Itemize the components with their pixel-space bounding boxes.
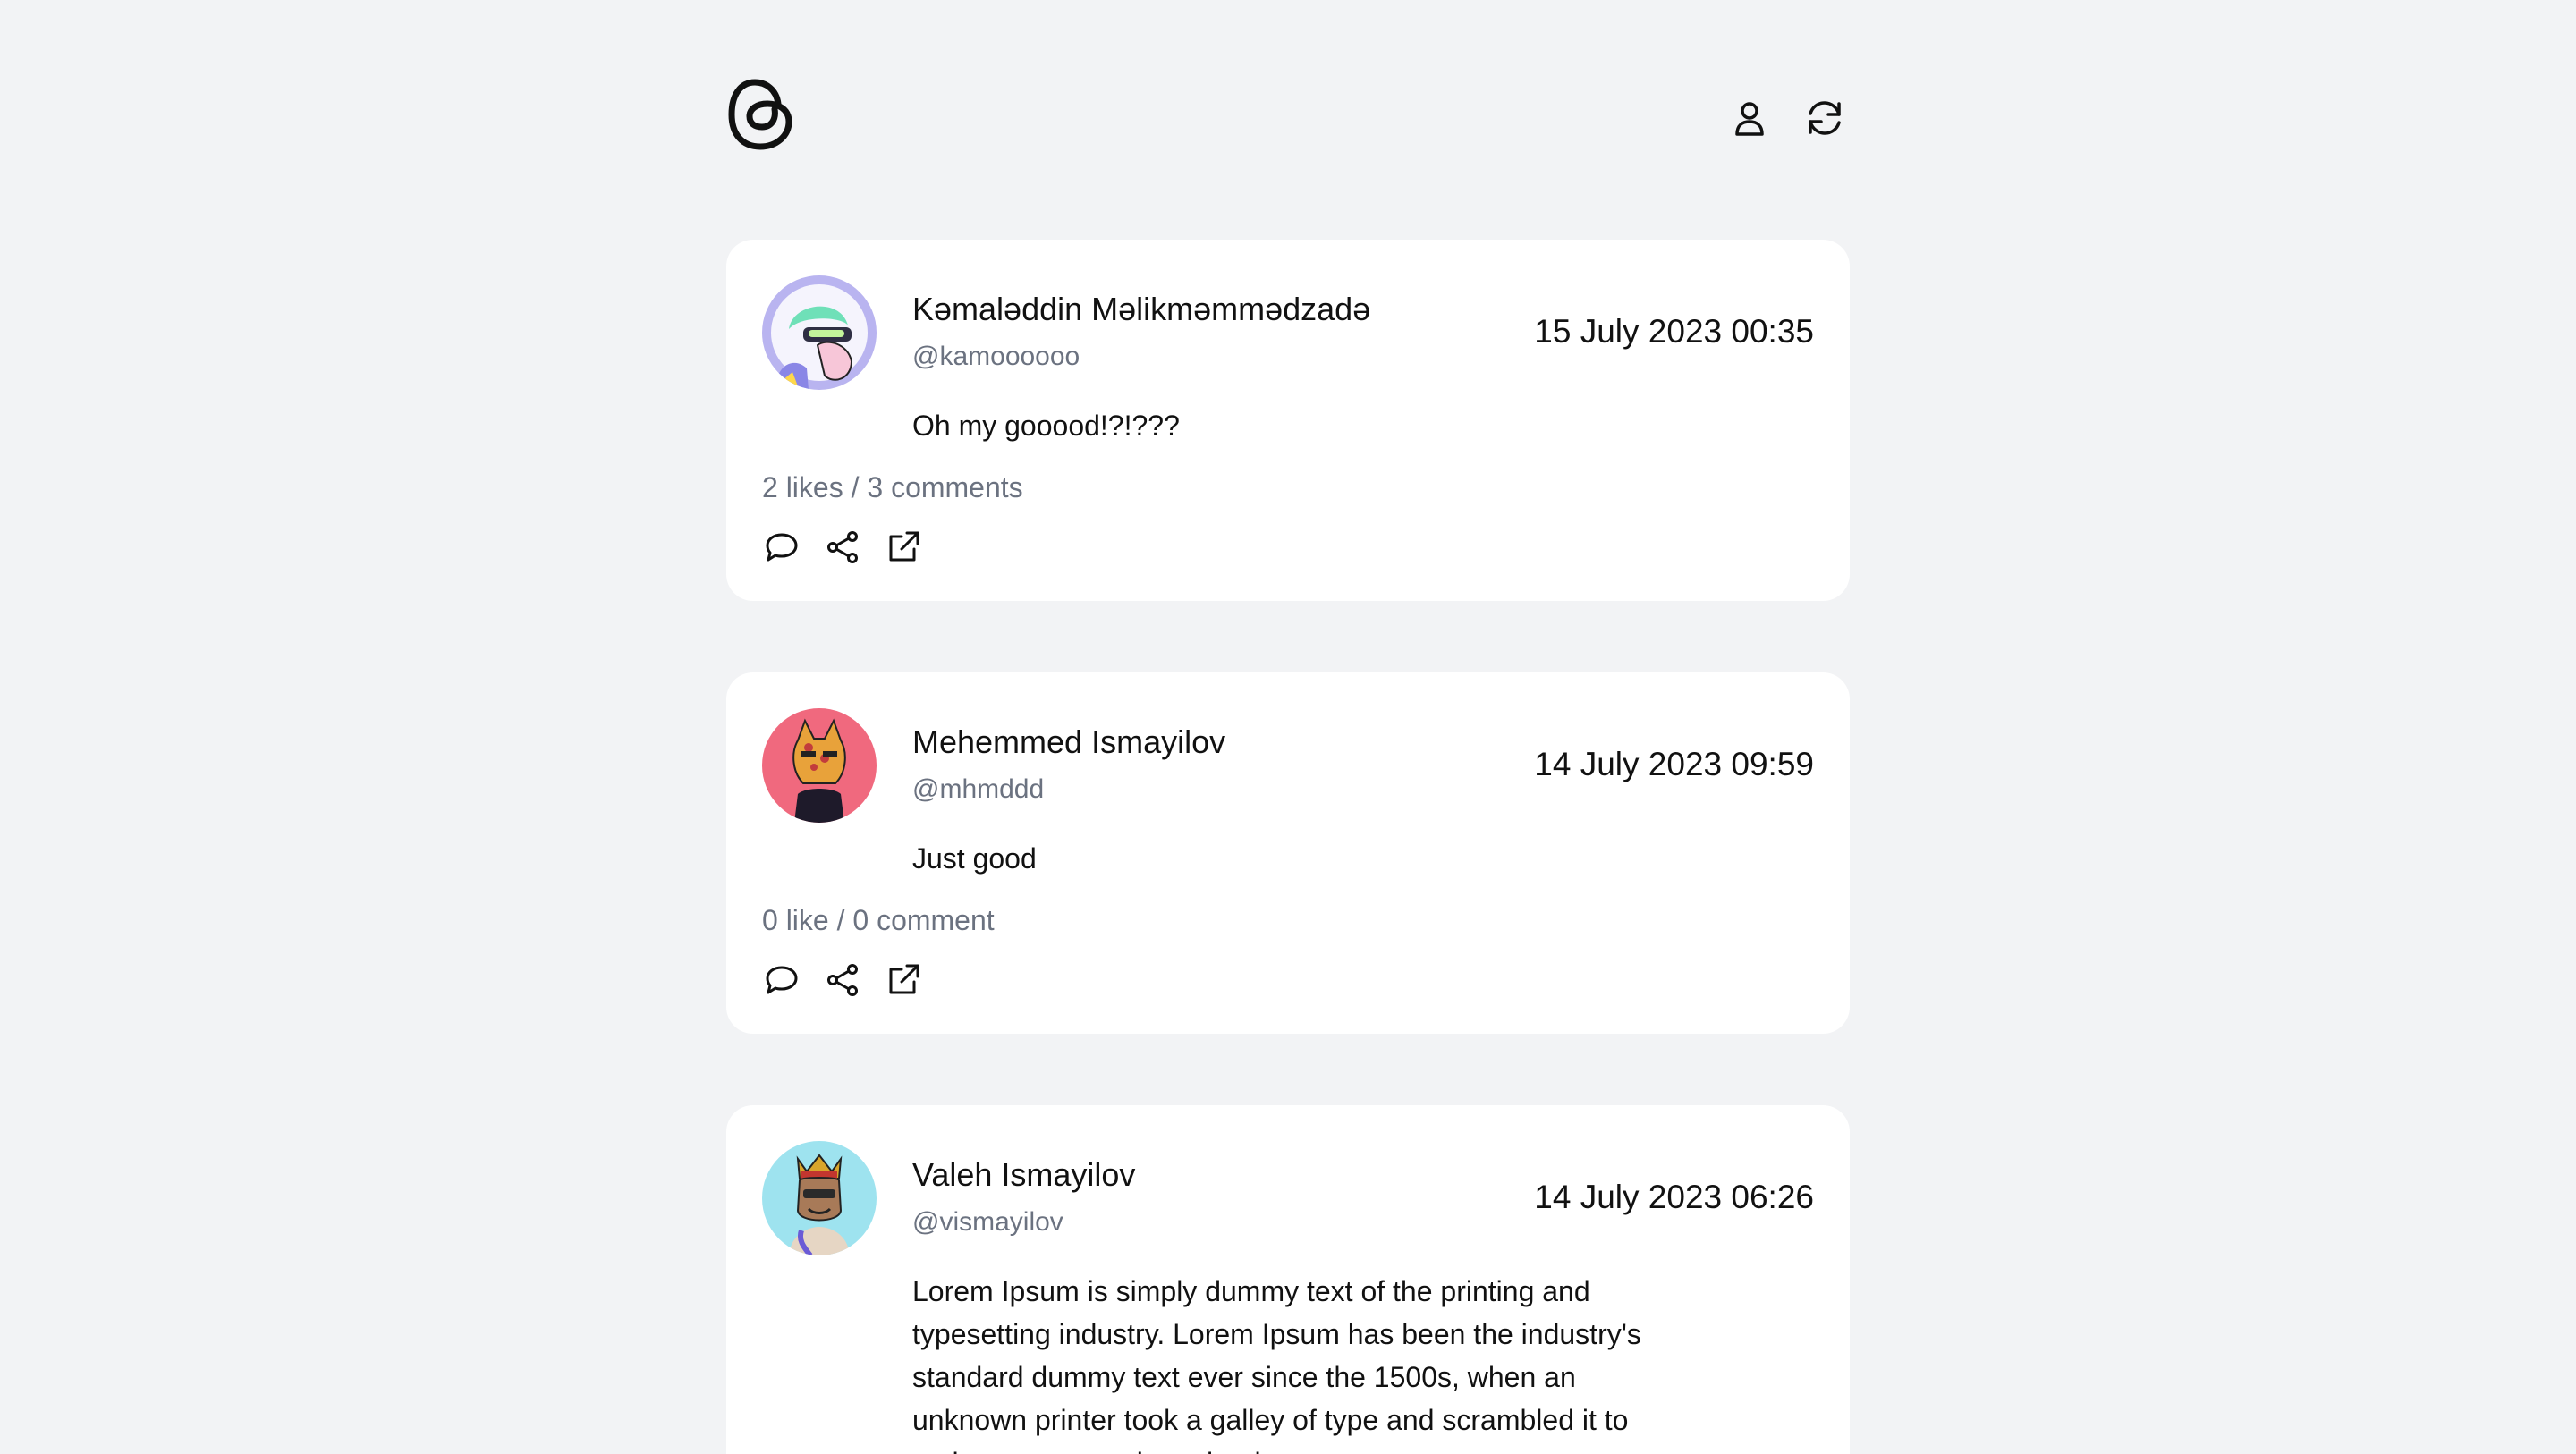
post-card: Mehemmed Ismayilov @mhmddd 14 July 2023 … bbox=[726, 672, 1850, 1034]
open-external-button[interactable] bbox=[884, 528, 923, 567]
refresh-button[interactable] bbox=[1800, 93, 1850, 143]
post-date: 14 July 2023 09:59 bbox=[1534, 746, 1814, 782]
share-button[interactable] bbox=[823, 960, 862, 1000]
open-external-button[interactable] bbox=[884, 960, 923, 1000]
post-card: Kəmaləddin Məlikməmmədzadə @kamoooooo 15… bbox=[726, 240, 1850, 601]
post-text: Oh my gooood!?!??? bbox=[912, 410, 1180, 442]
share-button[interactable] bbox=[823, 528, 862, 567]
share-icon bbox=[827, 964, 858, 996]
user-icon bbox=[1735, 102, 1764, 136]
author-name[interactable]: Kəmaləddin Məlikməmmədzadə bbox=[912, 290, 1370, 329]
post-date: 15 July 2023 00:35 bbox=[1534, 313, 1814, 350]
post-actions bbox=[762, 960, 923, 1000]
comment-icon bbox=[766, 966, 798, 994]
author-handle[interactable]: @mhmddd bbox=[912, 773, 1044, 807]
feed-page: Kəmaləddin Məlikməmmədzadə @kamoooooo 15… bbox=[0, 0, 2576, 1454]
post-stats: 0 like / 0 comment bbox=[762, 904, 995, 936]
avatar[interactable] bbox=[762, 1141, 877, 1255]
author-name[interactable]: Valeh Ismayilov bbox=[912, 1155, 1135, 1195]
post-card: Valeh Ismayilov @vismayilov 14 July 2023… bbox=[726, 1105, 1850, 1454]
app-header bbox=[726, 77, 1850, 161]
author-handle[interactable]: @vismayilov bbox=[912, 1205, 1063, 1239]
comment-button[interactable] bbox=[762, 528, 801, 567]
post-date: 14 July 2023 06:26 bbox=[1534, 1179, 1814, 1215]
external-link-icon bbox=[889, 964, 919, 994]
comment-button[interactable] bbox=[762, 960, 801, 1000]
post-text: Just good bbox=[912, 842, 1037, 875]
post-text: Lorem Ipsum is simply dummy text of the … bbox=[912, 1275, 1641, 1454]
avatar[interactable] bbox=[762, 708, 877, 823]
author-handle[interactable]: @kamoooooo bbox=[912, 340, 1080, 374]
external-link-icon bbox=[889, 531, 919, 562]
refresh-icon bbox=[1809, 101, 1841, 135]
avatar[interactable] bbox=[762, 275, 877, 390]
profile-button[interactable] bbox=[1724, 93, 1775, 143]
post-stats: 2 likes / 3 comments bbox=[762, 471, 1023, 503]
comment-icon bbox=[766, 533, 798, 562]
post-actions bbox=[762, 528, 923, 567]
share-icon bbox=[827, 531, 858, 563]
threads-logo-icon[interactable] bbox=[726, 77, 794, 161]
author-name[interactable]: Mehemmed Ismayilov bbox=[912, 723, 1225, 762]
